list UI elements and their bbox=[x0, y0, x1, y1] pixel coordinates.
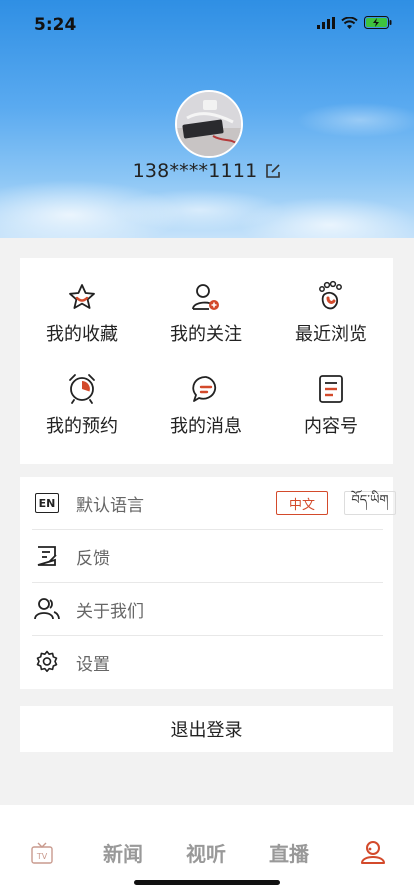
document-icon bbox=[319, 375, 343, 403]
edit-icon[interactable] bbox=[265, 163, 281, 179]
grid-item-history[interactable]: 最近浏览 bbox=[269, 278, 393, 346]
gear-icon bbox=[36, 650, 58, 673]
grid-label: 我的关注 bbox=[170, 324, 242, 345]
grid-item-following[interactable]: 我的关注 bbox=[144, 278, 268, 346]
feedback-label: 反馈 bbox=[76, 548, 110, 569]
tab-audiovisual[interactable]: 视听 bbox=[186, 838, 226, 867]
language-label: 默认语言 bbox=[76, 495, 144, 516]
user-plus-icon bbox=[192, 284, 219, 310]
grid-label: 我的消息 bbox=[170, 416, 242, 437]
status-icons bbox=[317, 16, 392, 29]
star-icon bbox=[69, 284, 95, 309]
about-row[interactable]: 关于我们 bbox=[32, 583, 383, 636]
alarm-clock-icon bbox=[69, 374, 95, 404]
grid-label: 最近浏览 bbox=[295, 324, 367, 345]
grid-item-favorites[interactable]: 我的收藏 bbox=[20, 278, 144, 346]
grid-item-reservations[interactable]: 我的预约 bbox=[20, 370, 144, 438]
grid-item-messages[interactable]: 我的消息 bbox=[144, 370, 268, 438]
feedback-row[interactable]: 反馈 bbox=[32, 530, 383, 583]
grid-label: 我的收藏 bbox=[46, 324, 118, 345]
avatar[interactable] bbox=[175, 90, 243, 158]
grid-label: 内容号 bbox=[304, 416, 358, 437]
message-icon bbox=[192, 376, 217, 402]
grid-item-content-account[interactable]: 内容号 bbox=[269, 370, 393, 438]
profile-header: 5:24 138****1111 bbox=[0, 0, 414, 238]
status-time: 5:24 bbox=[34, 15, 77, 35]
home-indicator bbox=[134, 880, 280, 885]
tv-icon: TV bbox=[31, 842, 53, 864]
tab-profile[interactable] bbox=[360, 839, 386, 869]
wifi-icon bbox=[341, 16, 358, 29]
language-row: EN 默认语言 中文 བོད་ཡིག bbox=[32, 477, 396, 530]
users-icon bbox=[34, 598, 60, 620]
en-icon: EN bbox=[35, 493, 59, 513]
feedback-icon bbox=[37, 546, 57, 566]
phone-number: 138****1111 bbox=[132, 160, 258, 182]
tab-news[interactable]: 新闻 bbox=[103, 838, 143, 867]
user-info-row: 138****1111 bbox=[0, 160, 414, 182]
about-label: 关于我们 bbox=[76, 601, 144, 622]
settings-list: EN 默认语言 中文 བོད་ཡིག 反馈 关于我们 设置 bbox=[20, 477, 396, 689]
language-option-chinese[interactable]: 中文 bbox=[276, 491, 328, 515]
tab-tv[interactable]: TV bbox=[30, 841, 54, 869]
footprint-icon bbox=[319, 280, 342, 310]
language-option-tibetan[interactable]: བོད་ཡིག bbox=[344, 491, 396, 515]
profile-icon bbox=[361, 841, 385, 864]
grid-label: 我的预约 bbox=[46, 416, 118, 437]
settings-label: 设置 bbox=[76, 654, 110, 675]
battery-charging-icon bbox=[364, 16, 392, 29]
signal-icon bbox=[317, 16, 335, 29]
logout-button[interactable]: 退出登录 bbox=[20, 706, 393, 752]
settings-row[interactable]: 设置 bbox=[32, 636, 383, 688]
tab-live[interactable]: 直播 bbox=[269, 838, 309, 867]
svg-text:TV: TV bbox=[36, 852, 48, 861]
status-bar: 5:24 bbox=[0, 0, 414, 48]
avatar-photo bbox=[177, 92, 241, 156]
function-grid: 我的收藏 我的关注 最近浏览 我的预约 我的消息 内容号 bbox=[20, 258, 393, 464]
